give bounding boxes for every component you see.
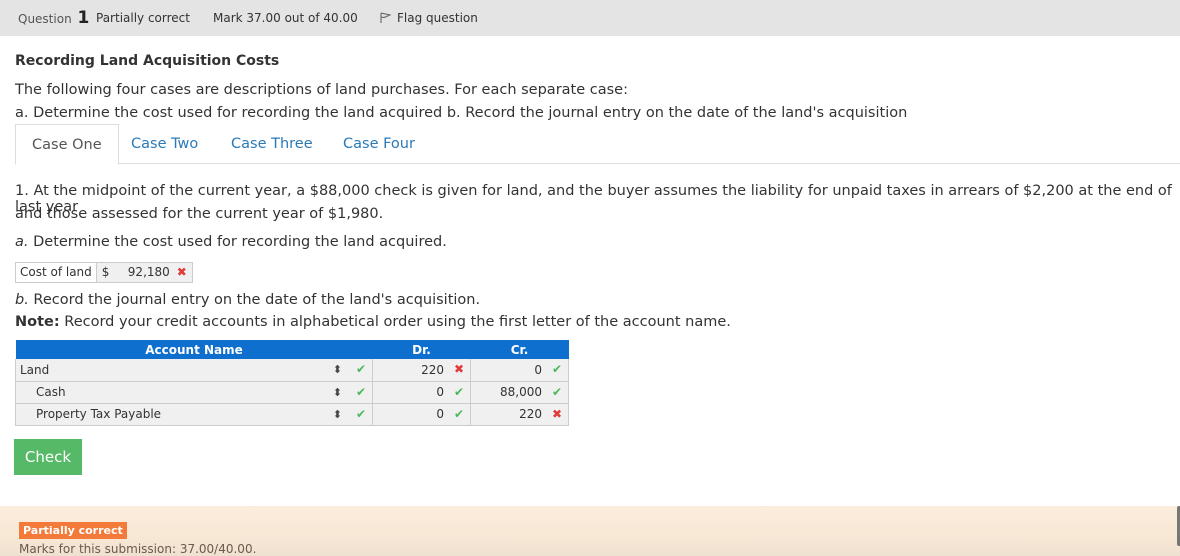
credit-input[interactable]: 88,000 ✔ [470, 381, 569, 404]
debit-input[interactable]: 220 ✖ [372, 359, 471, 382]
credit-input[interactable]: 0 ✔ [470, 359, 569, 382]
incorrect-icon: ✖ [176, 265, 187, 279]
intro-line-1: The following four cases are description… [15, 82, 628, 98]
question-title: Recording Land Acquisition Costs [15, 53, 280, 69]
part-a-prompt: a. Determine the cost used for recording… [15, 234, 447, 250]
correct-icon: ✔ [453, 384, 464, 399]
check-button[interactable]: Check [14, 439, 82, 475]
sort-arrows-icon: ⬍ [332, 407, 342, 421]
submission-marks: Marks for this submission: 37.00/40.00. [19, 542, 257, 556]
question-info-bar: Question 1 Partially correct Mark 37.00 … [0, 0, 1180, 36]
tab-case-one[interactable]: Case One [15, 124, 119, 165]
correct-icon: ✔ [355, 406, 366, 421]
question-state: Partially correct [96, 11, 190, 25]
cost-of-land-field: Cost of land $ 92,180 ✖ [15, 262, 193, 283]
sort-arrows-icon: ⬍ [332, 363, 342, 376]
tab-case-three[interactable]: Case Three [215, 124, 329, 165]
table-row: Cash ⬍ ✔ 0 ✔ 88,000 ✔ [15, 381, 569, 404]
feedback-panel: Partially correct Marks for this submiss… [0, 506, 1180, 556]
credit-input[interactable]: 220 ✖ [470, 403, 569, 426]
table-row: Property Tax Payable ⬍ ✔ 0 ✔ 220 ✖ [15, 403, 569, 426]
question-number-label: Question 1 [18, 8, 90, 28]
cost-of-land-value: 92,180 [127, 265, 170, 279]
credit-header: Cr. [470, 340, 569, 359]
flag-icon [380, 12, 391, 23]
tab-case-two[interactable]: Case Two [115, 124, 214, 165]
tab-case-four[interactable]: Case Four [327, 124, 431, 165]
account-select[interactable]: Land ⬍ ✔ [15, 359, 373, 382]
cost-of-land-label: Cost of land [16, 263, 97, 282]
flag-question-button[interactable]: Flag question [380, 11, 478, 25]
correct-icon: ✔ [551, 384, 562, 399]
account-select[interactable]: Property Tax Payable ⬍ ✔ [15, 403, 373, 426]
question-mark: Mark 37.00 out of 40.00 [213, 11, 358, 25]
debit-input[interactable]: 0 ✔ [372, 381, 471, 404]
case-tabs: Case One Case Two Case Three Case Four [15, 124, 1180, 165]
journal-entry-table: Account Name Dr. Cr. Land ⬍ ✔ 220 ✖ 0 ✔ Cash… [15, 340, 569, 426]
sort-arrows-icon: ⬍ [332, 385, 342, 399]
debit-header: Dr. [372, 340, 471, 359]
flag-question-label: Flag question [397, 11, 478, 25]
part-b-prompt: b. Record the journal entry on the date … [15, 292, 481, 308]
correct-icon: ✔ [355, 384, 366, 399]
correct-icon: ✔ [453, 406, 464, 421]
incorrect-icon: ✖ [453, 362, 464, 376]
incorrect-icon: ✖ [551, 406, 562, 421]
correct-icon: ✔ [355, 362, 366, 376]
currency-symbol: $ [101, 265, 110, 279]
cost-of-land-input[interactable]: $ 92,180 ✖ [96, 263, 192, 282]
account-select[interactable]: Cash ⬍ ✔ [15, 381, 373, 404]
debit-input[interactable]: 0 ✔ [372, 403, 471, 426]
status-badge: Partially correct [19, 522, 127, 539]
case-description-line-2: and those assessed for the current year … [15, 206, 384, 222]
intro-line-2: a. Determine the cost used for recording… [15, 105, 908, 121]
correct-icon: ✔ [551, 362, 562, 376]
account-name-header: Account Name [15, 340, 373, 359]
table-row: Land ⬍ ✔ 220 ✖ 0 ✔ [15, 359, 569, 382]
question-number: 1 [77, 8, 90, 28]
note-text: Note: Record your credit accounts in alp… [15, 314, 731, 330]
